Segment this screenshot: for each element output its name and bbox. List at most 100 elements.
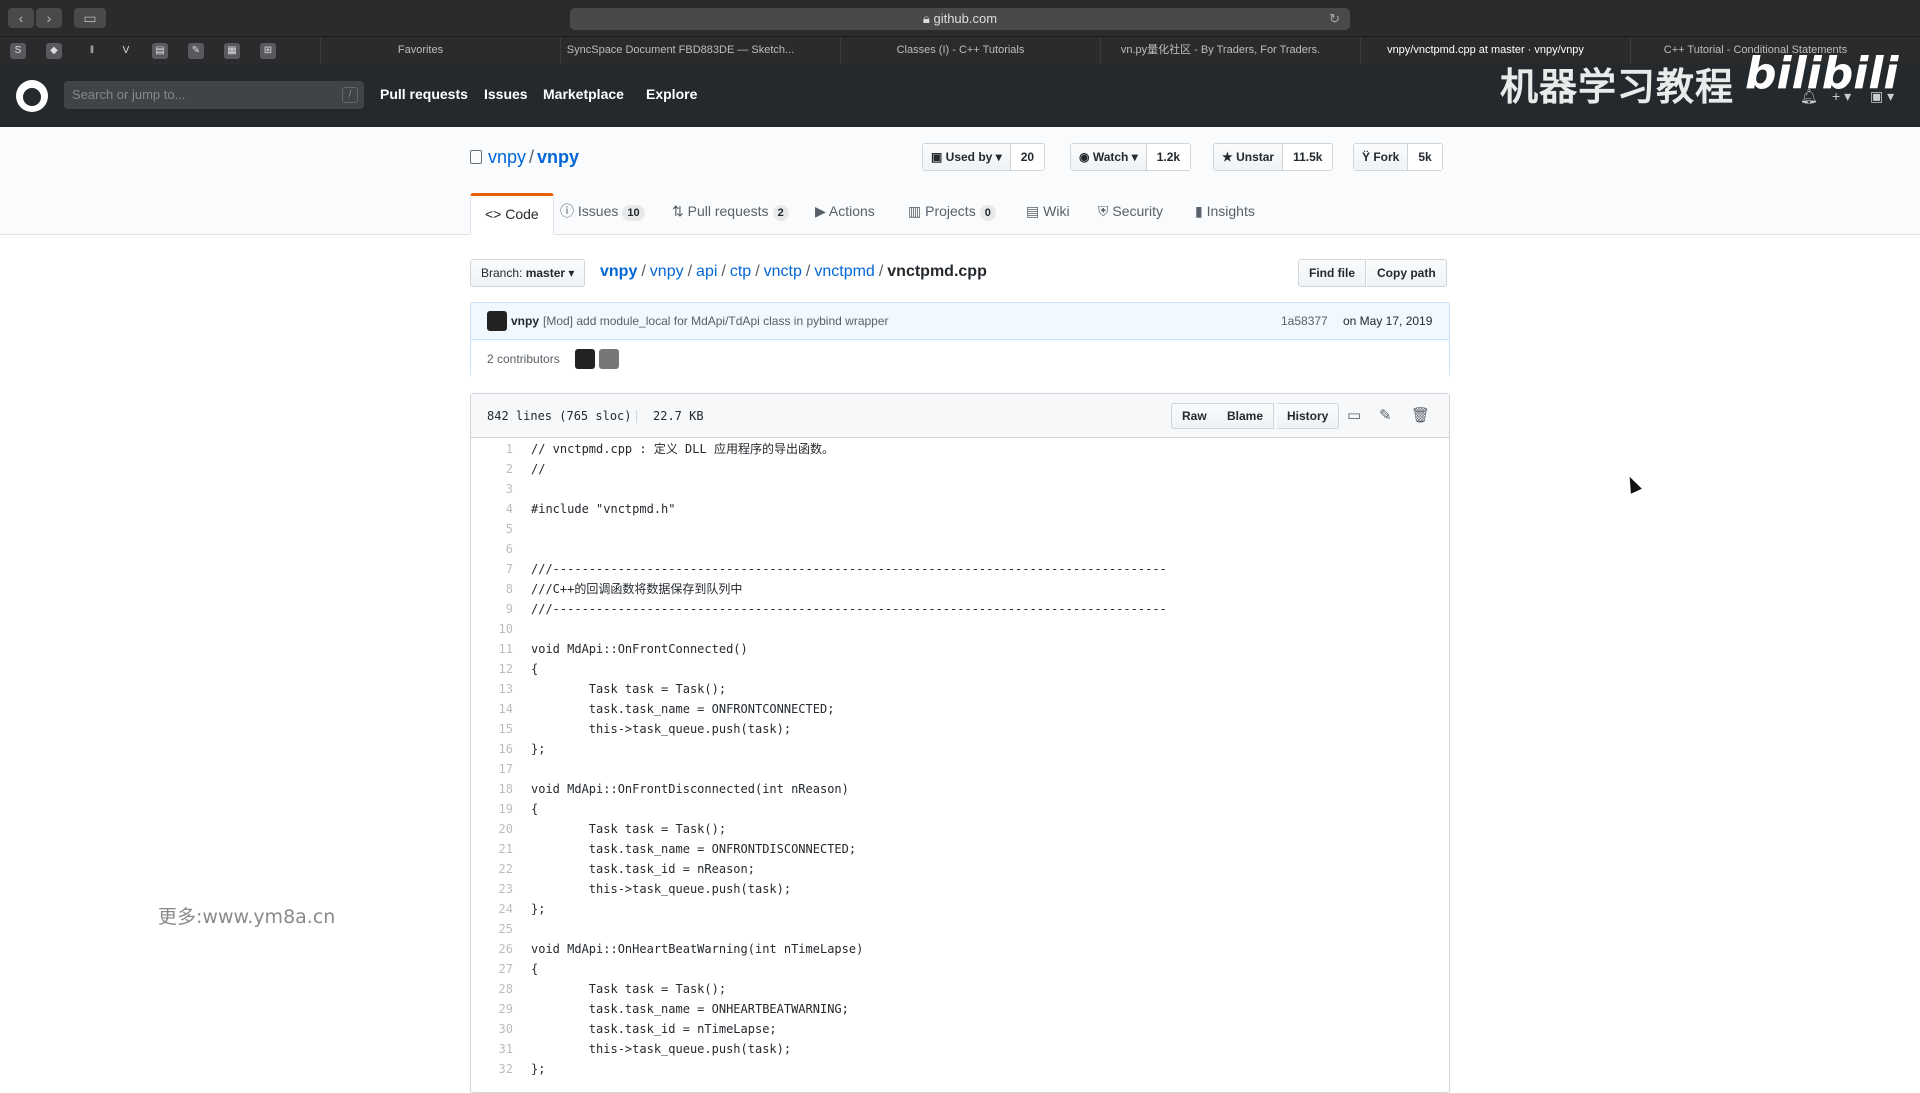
line-number[interactable]: 8 [471, 579, 513, 599]
avatar[interactable] [487, 311, 507, 331]
tab-projects-label: Projects [925, 203, 976, 219]
watch-button[interactable]: ◉ Watch ▾ 1.2k [1070, 143, 1192, 171]
bookmark-icon[interactable]: ▤ [152, 43, 168, 59]
line-number[interactable]: 24 [471, 899, 513, 919]
line-number[interactable]: 28 [471, 979, 513, 999]
breadcrumb-item[interactable]: vnctpmd [814, 263, 874, 280]
line-number[interactable]: 5 [471, 519, 513, 539]
star-count[interactable]: 11.5k [1283, 144, 1333, 170]
line-number[interactable]: 4 [471, 499, 513, 519]
line-number[interactable]: 6 [471, 539, 513, 559]
bookmark-icon[interactable]: ǁ [84, 43, 100, 59]
line-number[interactable]: 3 [471, 479, 513, 499]
search-input[interactable]: Search or jump to... / [64, 81, 364, 109]
tab-code[interactable]: <> Code [470, 193, 554, 235]
reload-icon[interactable]: ↻ [1329, 8, 1340, 30]
line-number[interactable]: 11 [471, 639, 513, 659]
blame-button[interactable]: Blame [1217, 403, 1275, 429]
line-number[interactable]: 15 [471, 719, 513, 739]
used-by-count[interactable]: 20 [1010, 144, 1045, 170]
line-number[interactable]: 12 [471, 659, 513, 679]
bookmark-icon[interactable]: ⊞ [260, 43, 276, 59]
commit-sha[interactable]: 1a58377 [1281, 303, 1328, 339]
breadcrumb-item[interactable]: ctp [730, 263, 751, 280]
line-number[interactable]: 20 [471, 819, 513, 839]
tab-issues[interactable]: ⓘ Issues 10 [560, 193, 645, 235]
line-number[interactable]: 31 [471, 1039, 513, 1059]
line-number[interactable]: 10 [471, 619, 513, 639]
commit-author[interactable]: vnpy [511, 303, 539, 339]
github-logo-icon[interactable] [16, 80, 48, 112]
code-text: ///-------------------------------------… [531, 562, 1167, 576]
line-number[interactable]: 22 [471, 859, 513, 879]
bookmark-icon[interactable]: ✎ [188, 43, 204, 59]
fork-button[interactable]: Ÿ Fork 5k [1353, 143, 1443, 171]
bookmark-icon[interactable]: S [10, 43, 26, 59]
tab-wiki[interactable]: ▤ Wiki [1026, 193, 1070, 235]
avatar[interactable] [575, 349, 595, 369]
bookmark-icon[interactable]: ▦ [224, 43, 240, 59]
copy-path-button[interactable]: Copy path [1367, 259, 1447, 287]
avatar[interactable] [599, 349, 619, 369]
raw-button[interactable]: Raw [1171, 403, 1218, 429]
line-number[interactable]: 16 [471, 739, 513, 759]
tab-insights[interactable]: ▮ Insights [1195, 193, 1255, 235]
forward-icon[interactable]: › [36, 8, 62, 28]
repo-name-link[interactable]: vnpy [537, 147, 579, 167]
branch-select-button[interactable]: Branch: master ▾ [470, 259, 586, 287]
line-number[interactable]: 23 [471, 879, 513, 899]
bookmark-icon[interactable]: ◆ [46, 43, 62, 59]
code-text: Task task = Task(); [531, 822, 727, 836]
line-number[interactable]: 32 [471, 1059, 513, 1079]
line-number[interactable]: 19 [471, 799, 513, 819]
nav-explore[interactable]: Explore [646, 86, 697, 102]
line-number[interactable]: 14 [471, 699, 513, 719]
line-number[interactable]: 1 [471, 439, 513, 459]
tab-actions[interactable]: ▶ Actions [815, 193, 875, 235]
line-number[interactable]: 13 [471, 679, 513, 699]
tab-cpp-classes[interactable]: Classes (I) - C++ Tutorials [840, 37, 1080, 64]
used-by-button[interactable]: ▣ Used by ▾ 20 [922, 143, 1046, 171]
desktop-icon[interactable]: ▭ [1347, 406, 1361, 424]
find-file-button[interactable]: Find file [1298, 259, 1366, 287]
history-button[interactable]: History [1277, 403, 1340, 429]
project-icon: ▥ [908, 203, 926, 219]
pencil-icon[interactable]: ✎ [1379, 406, 1392, 424]
breadcrumb-item[interactable]: vnpy [650, 263, 684, 280]
line-number[interactable]: 9 [471, 599, 513, 619]
line-number[interactable]: 17 [471, 759, 513, 779]
unstar-button[interactable]: ★ Unstar 11.5k [1213, 143, 1334, 171]
line-number[interactable]: 2 [471, 459, 513, 479]
tab-favorites[interactable]: Favorites [320, 37, 520, 64]
contributors-count[interactable]: 2 contributors [487, 340, 560, 378]
trash-icon[interactable]: 🗑︎ [1411, 406, 1430, 424]
tab-projects[interactable]: ▥ Projects 0 [908, 193, 996, 235]
file-size: 22.7 KB [653, 409, 704, 423]
breadcrumb-item[interactable]: vnctp [764, 263, 802, 280]
line-number[interactable]: 26 [471, 939, 513, 959]
sidebar-icon[interactable]: ▭ [74, 8, 106, 28]
tab-vnpy-community[interactable]: vn.py量化社区 - By Traders, For Traders. [1100, 37, 1340, 64]
line-number[interactable]: 30 [471, 1019, 513, 1039]
line-number[interactable]: 29 [471, 999, 513, 1019]
nav-pull-requests[interactable]: Pull requests [380, 86, 468, 102]
nav-issues[interactable]: Issues [484, 86, 528, 102]
watch-count[interactable]: 1.2k [1146, 144, 1191, 170]
bookmark-icon[interactable]: V [118, 43, 134, 59]
line-number[interactable]: 27 [471, 959, 513, 979]
repo-owner-link[interactable]: vnpy [488, 147, 526, 167]
fork-count[interactable]: 5k [1408, 144, 1442, 170]
address-bar[interactable]: 🔒︎ github.com ↻ [570, 8, 1350, 30]
tab-sketch[interactable]: SyncSpace Document FBD883DE — Sketch... [560, 37, 800, 64]
line-number[interactable]: 21 [471, 839, 513, 859]
breadcrumb-repo[interactable]: vnpy [600, 263, 637, 280]
commit-message[interactable]: [Mod] add module_local for MdApi/TdApi c… [543, 303, 889, 339]
line-number[interactable]: 18 [471, 779, 513, 799]
line-number[interactable]: 7 [471, 559, 513, 579]
back-icon[interactable]: ‹ [8, 8, 34, 28]
breadcrumb-item[interactable]: api [696, 263, 717, 280]
tab-pull-requests[interactable]: ⇅ Pull requests 2 [672, 193, 789, 235]
tab-security[interactable]: ⛨ Security [1098, 193, 1163, 235]
line-number[interactable]: 25 [471, 919, 513, 939]
nav-marketplace[interactable]: Marketplace [543, 86, 624, 102]
